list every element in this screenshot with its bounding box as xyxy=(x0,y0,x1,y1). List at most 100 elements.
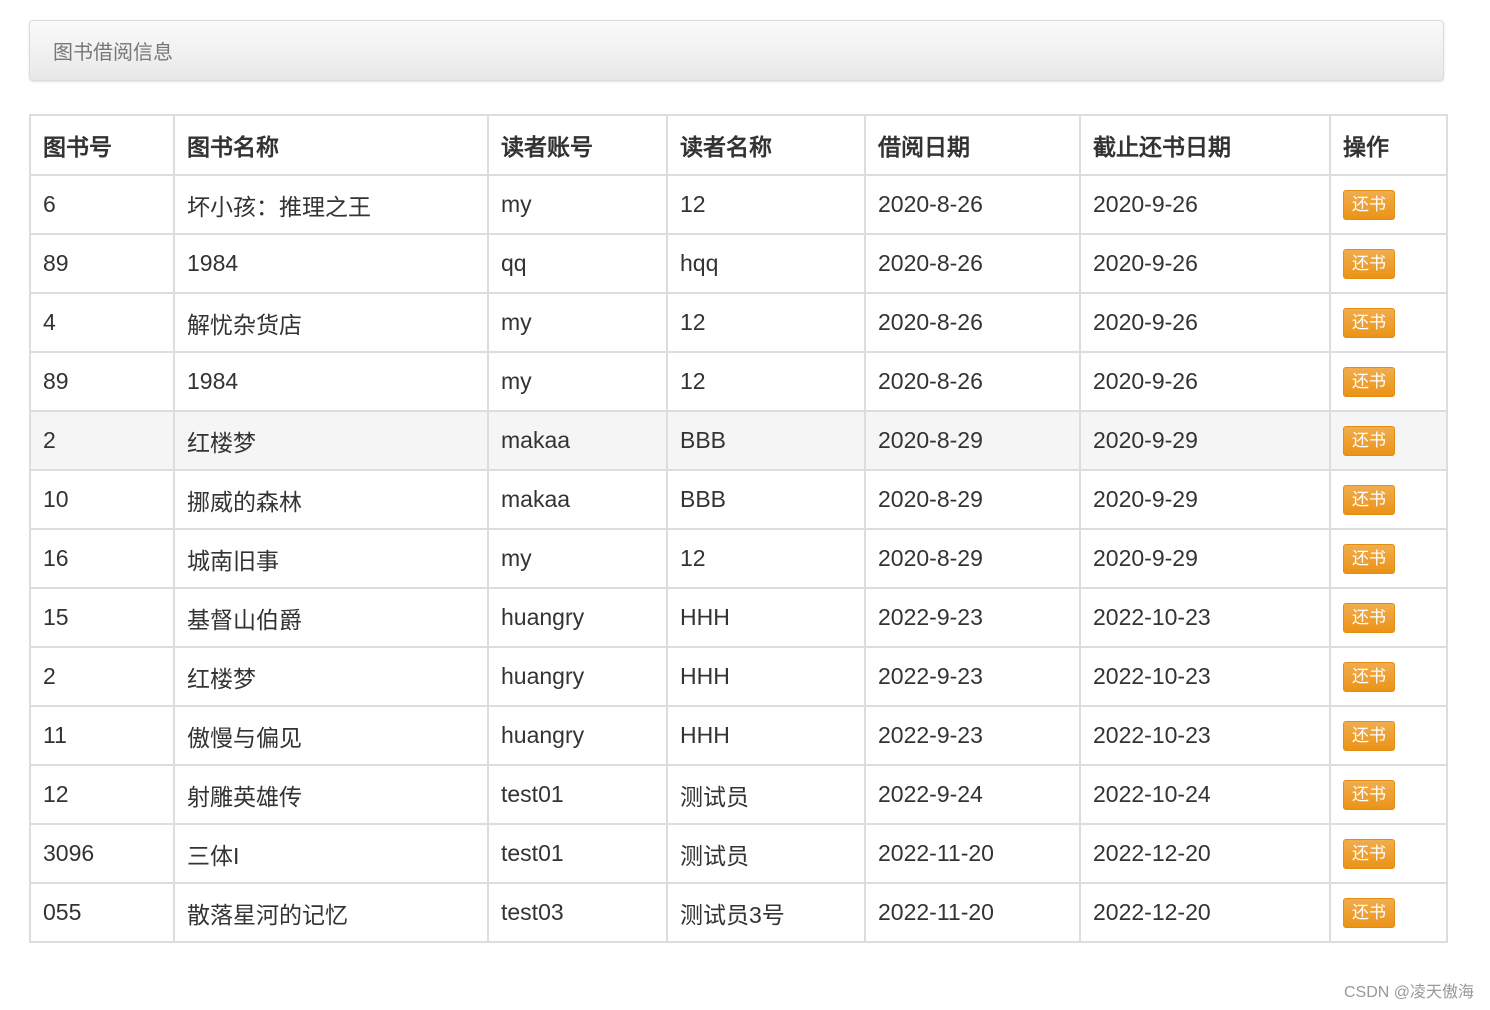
cell-action: 还书 xyxy=(1329,528,1448,589)
column-header-reader-account: 读者账号 xyxy=(487,114,668,176)
return-book-button[interactable]: 还书 xyxy=(1343,603,1395,633)
cell-due-date: 2022-10-23 xyxy=(1079,587,1331,648)
cell-borrow-date: 2020-8-26 xyxy=(864,292,1081,353)
cell-due-date: 2020-9-29 xyxy=(1079,469,1331,530)
cell-book-name: 1984 xyxy=(173,351,489,412)
cell-book-name: 射雕英雄传 xyxy=(173,764,489,825)
return-book-button[interactable]: 还书 xyxy=(1343,190,1395,220)
cell-reader-name: 测试员3号 xyxy=(666,882,866,943)
cell-book-name: 挪威的森林 xyxy=(173,469,489,530)
return-book-button[interactable]: 还书 xyxy=(1343,721,1395,751)
cell-reader-name: 测试员 xyxy=(666,823,866,884)
cell-reader-account: huangry xyxy=(487,646,668,707)
return-book-button[interactable]: 还书 xyxy=(1343,308,1395,338)
column-header-due-date: 截止还书日期 xyxy=(1079,114,1331,176)
cell-book-id: 055 xyxy=(29,882,175,943)
cell-book-name: 三体I xyxy=(173,823,489,884)
cell-book-name: 解忧杂货店 xyxy=(173,292,489,353)
cell-reader-name: hqq xyxy=(666,233,866,294)
cell-action: 还书 xyxy=(1329,292,1448,353)
return-book-button[interactable]: 还书 xyxy=(1343,249,1395,279)
table-row: 2 红楼梦 huangry HHH 2022-9-23 2022-10-23 还书 xyxy=(29,646,1448,707)
watermark: CSDN @凌天傲海 xyxy=(1343,984,1474,1001)
cell-action: 还书 xyxy=(1329,351,1448,412)
page: 图书借阅信息 图书号 图书名称 读者账号 读者名称 借阅日期 截止还书日期 操作… xyxy=(0,0,1490,1010)
return-book-button[interactable]: 还书 xyxy=(1343,544,1395,574)
cell-reader-account: qq xyxy=(487,233,668,294)
table-row: 12 射雕英雄传 test01 测试员 2022-9-24 2022-10-24 还书 xyxy=(29,764,1448,825)
cell-action: 还书 xyxy=(1329,646,1448,707)
cell-book-id: 2 xyxy=(29,410,175,471)
return-book-button[interactable]: 还书 xyxy=(1343,485,1395,515)
cell-book-id: 15 xyxy=(29,587,175,648)
return-book-button[interactable]: 还书 xyxy=(1343,898,1395,928)
column-header-book-id: 图书号 xyxy=(29,114,175,176)
cell-reader-account: test01 xyxy=(487,764,668,825)
return-book-button[interactable]: 还书 xyxy=(1343,839,1395,869)
return-book-button[interactable]: 还书 xyxy=(1343,780,1395,810)
cell-reader-account: huangry xyxy=(487,705,668,766)
cell-reader-name: HHH xyxy=(666,587,866,648)
cell-book-id: 6 xyxy=(29,174,175,235)
cell-borrow-date: 2022-9-23 xyxy=(864,587,1081,648)
table-body: 6 坏小孩：推理之王 my 12 2020-8-26 2020-9-26 还书 89 1984 q… xyxy=(29,174,1448,943)
return-book-button[interactable]: 还书 xyxy=(1343,367,1395,397)
cell-due-date: 2022-10-23 xyxy=(1079,646,1331,707)
cell-action: 还书 xyxy=(1329,469,1448,530)
cell-reader-name: BBB xyxy=(666,410,866,471)
table-row: 3096 三体I test01 测试员 2022-11-20 2022-12-20 还书 xyxy=(29,823,1448,884)
column-header-reader-name: 读者名称 xyxy=(666,114,866,176)
cell-borrow-date: 2022-11-20 xyxy=(864,823,1081,884)
cell-book-id: 3096 xyxy=(29,823,175,884)
cell-due-date: 2022-12-20 xyxy=(1079,882,1331,943)
return-book-button[interactable]: 还书 xyxy=(1343,662,1395,692)
cell-due-date: 2020-9-29 xyxy=(1079,410,1331,471)
panel-title: 图书借阅信息 xyxy=(53,42,173,64)
cell-action: 还书 xyxy=(1329,823,1448,884)
cell-reader-name: 12 xyxy=(666,292,866,353)
cell-borrow-date: 2022-9-24 xyxy=(864,764,1081,825)
cell-book-id: 89 xyxy=(29,233,175,294)
cell-book-id: 12 xyxy=(29,764,175,825)
cell-due-date: 2022-10-23 xyxy=(1079,705,1331,766)
cell-reader-name: 12 xyxy=(666,174,866,235)
cell-due-date: 2020-9-29 xyxy=(1079,528,1331,589)
cell-action: 还书 xyxy=(1329,174,1448,235)
cell-action: 还书 xyxy=(1329,764,1448,825)
cell-reader-name: HHH xyxy=(666,646,866,707)
cell-book-name: 红楼梦 xyxy=(173,646,489,707)
cell-borrow-date: 2022-9-23 xyxy=(864,705,1081,766)
cell-book-name: 城南旧事 xyxy=(173,528,489,589)
cell-action: 还书 xyxy=(1329,587,1448,648)
cell-due-date: 2020-9-26 xyxy=(1079,233,1331,294)
cell-borrow-date: 2020-8-29 xyxy=(864,410,1081,471)
cell-borrow-date: 2020-8-26 xyxy=(864,351,1081,412)
cell-book-name: 红楼梦 xyxy=(173,410,489,471)
cell-reader-name: 12 xyxy=(666,528,866,589)
table-row: 055 散落星河的记忆 test03 测试员3号 2022-11-20 2022-12-2… xyxy=(29,882,1448,943)
table-row: 16 城南旧事 my 12 2020-8-29 2020-9-29 还书 xyxy=(29,528,1448,589)
cell-book-name: 1984 xyxy=(173,233,489,294)
column-header-action: 操作 xyxy=(1329,114,1448,176)
return-book-button[interactable]: 还书 xyxy=(1343,426,1395,456)
cell-book-name: 基督山伯爵 xyxy=(173,587,489,648)
cell-reader-account: my xyxy=(487,292,668,353)
table-row: 89 1984 qq hqq 2020-8-26 2020-9-26 还书 xyxy=(29,233,1448,294)
cell-borrow-date: 2020-8-29 xyxy=(864,469,1081,530)
cell-borrow-date: 2020-8-26 xyxy=(864,233,1081,294)
table-row: 10 挪威的森林 makaa BBB 2020-8-29 2020-9-29 还书 xyxy=(29,469,1448,530)
cell-borrow-date: 2022-9-23 xyxy=(864,646,1081,707)
cell-reader-account: test03 xyxy=(487,882,668,943)
cell-reader-account: huangry xyxy=(487,587,668,648)
cell-due-date: 2020-9-26 xyxy=(1079,174,1331,235)
table-row: 6 坏小孩：推理之王 my 12 2020-8-26 2020-9-26 还书 xyxy=(29,174,1448,235)
cell-due-date: 2022-12-20 xyxy=(1079,823,1331,884)
cell-reader-account: my xyxy=(487,174,668,235)
cell-action: 还书 xyxy=(1329,882,1448,943)
cell-reader-account: test01 xyxy=(487,823,668,884)
cell-book-name: 傲慢与偏见 xyxy=(173,705,489,766)
cell-book-id: 16 xyxy=(29,528,175,589)
cell-reader-account: makaa xyxy=(487,410,668,471)
borrow-table: 图书号 图书名称 读者账号 读者名称 借阅日期 截止还书日期 操作 6 坏小孩：推… xyxy=(29,114,1448,943)
cell-action: 还书 xyxy=(1329,233,1448,294)
